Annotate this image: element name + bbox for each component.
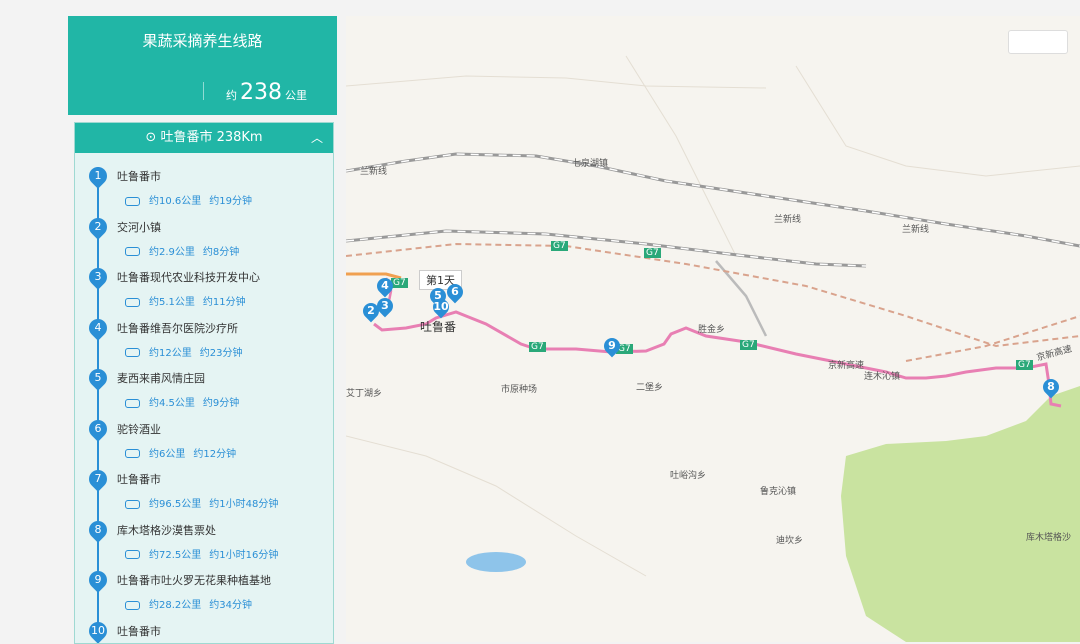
map-label: G7 xyxy=(391,278,408,288)
segment-info: 约5.1公里约11分钟 xyxy=(125,293,246,308)
route-header: 果蔬采摘养生线路 约238公里 xyxy=(68,16,337,115)
route-pin[interactable]: 10 xyxy=(430,296,453,319)
desert-area xyxy=(841,386,1080,642)
stop-list: ⊙ 吐鲁番市 238Km ︿ 1吐鲁番市约10.6公里约19分钟2交河小镇约2.… xyxy=(74,122,334,644)
route-pin[interactable]: 9 xyxy=(601,335,624,358)
car-icon xyxy=(125,247,140,256)
map-label: 七泉湖镇 xyxy=(572,156,608,169)
stop-number-marker: 4 xyxy=(85,315,110,340)
car-icon xyxy=(125,449,140,458)
segment-info: 约10.6公里约19分钟 xyxy=(125,192,252,207)
stop-name: 驼铃酒业 xyxy=(117,421,161,437)
stop-number-marker: 3 xyxy=(85,264,110,289)
stop-number-marker: 1 xyxy=(85,163,110,188)
stop-item[interactable]: 7吐鲁番市约96.5公里约1小时48分钟 xyxy=(75,470,333,520)
stop-item[interactable]: 6驼铃酒业约6公里约12分钟 xyxy=(75,420,333,470)
stop-name: 麦西来甫风情庄园 xyxy=(117,370,205,386)
stop-number-marker: 5 xyxy=(85,365,110,390)
map-label: 鲁克沁镇 xyxy=(760,484,796,497)
car-icon xyxy=(125,298,140,307)
chevron-up-icon[interactable]: ︿ xyxy=(311,123,323,153)
map-label: G7 xyxy=(529,342,546,352)
stop-name: 吐鲁番现代农业科技开发中心 xyxy=(117,269,260,285)
stop-number-marker: 2 xyxy=(85,214,110,239)
stop-item[interactable]: 3吐鲁番现代农业科技开发中心约5.1公里约11分钟 xyxy=(75,268,333,318)
stop-number-marker: 10 xyxy=(85,618,110,643)
map-label: G7 xyxy=(551,241,568,251)
map-label: 胜金乡 xyxy=(698,322,725,335)
car-icon xyxy=(125,601,140,610)
segment-info: 约4.5公里约9分钟 xyxy=(125,394,239,409)
route-pin[interactable]: 3 xyxy=(374,295,397,318)
stop-number-marker: 9 xyxy=(85,567,110,592)
map-label: 库木塔格沙 xyxy=(1026,530,1071,543)
stop-number-marker: 8 xyxy=(85,517,110,542)
stop-name: 吐鲁番维吾尔医院沙疗所 xyxy=(117,320,238,336)
route-map[interactable]: 兰新线 七泉湖镇 兰新线 兰新线 G7 G7 G7 G7 G7 G7 G7 吐鲁… xyxy=(346,16,1080,642)
car-icon xyxy=(125,550,140,559)
route-distance: 约238公里 xyxy=(226,80,307,105)
map-label: 艾丁湖乡 xyxy=(346,386,382,399)
car-icon xyxy=(125,348,140,357)
header-divider xyxy=(203,82,204,100)
route-pin[interactable]: 8 xyxy=(1040,376,1063,399)
map-label: G7 xyxy=(740,340,757,350)
route-pin[interactable]: 4 xyxy=(374,275,397,298)
stop-item[interactable]: 8库木塔格沙漠售票处约72.5公里约1小时16分钟 xyxy=(75,521,333,571)
map-label: 兰新线 xyxy=(774,212,801,225)
stop-item[interactable]: 10吐鲁番市 xyxy=(75,622,333,644)
map-label: 兰新线 xyxy=(360,164,387,177)
map-zoom-control[interactable] xyxy=(1008,30,1068,54)
stop-name: 吐鲁番市 xyxy=(117,168,161,184)
stop-name: 吐鲁番市 xyxy=(117,471,161,487)
segment-info: 约2.9公里约8分钟 xyxy=(125,243,239,258)
map-label: 市原种场 xyxy=(501,382,537,395)
stop-number-marker: 7 xyxy=(85,466,110,491)
car-icon xyxy=(125,500,140,509)
car-icon xyxy=(125,399,140,408)
lake xyxy=(466,552,526,572)
stop-name: 吐鲁番市 xyxy=(117,623,161,639)
map-label: 京新高速 xyxy=(828,358,864,371)
route-panel: 果蔬采摘养生线路 约238公里 ⊙ 吐鲁番市 238Km ︿ 1吐鲁番市约10.… xyxy=(68,16,337,642)
city-header[interactable]: ⊙ 吐鲁番市 238Km ︿ xyxy=(75,123,333,153)
car-icon xyxy=(125,197,140,206)
stop-item[interactable]: 4吐鲁番维吾尔医院沙疗所约12公里约23分钟 xyxy=(75,319,333,369)
map-label: 吐峪沟乡 xyxy=(670,468,706,481)
stop-item[interactable]: 5麦西来甫风情庄园约4.5公里约9分钟 xyxy=(75,369,333,419)
segment-info: 约6公里约12分钟 xyxy=(125,445,236,460)
segment-info: 约28.2公里约34分钟 xyxy=(125,596,252,611)
stop-number-marker: 6 xyxy=(85,416,110,441)
map-label: 二堡乡 xyxy=(636,380,663,393)
segment-info: 约96.5公里约1小时48分钟 xyxy=(125,495,278,510)
stop-item[interactable]: 2交河小镇约2.9公里约8分钟 xyxy=(75,218,333,268)
segment-info: 约12公里约23分钟 xyxy=(125,344,242,359)
map-label: G7 xyxy=(644,248,661,258)
stop-item[interactable]: 1吐鲁番市约10.6公里约19分钟 xyxy=(75,167,333,217)
map-label: 迪坎乡 xyxy=(776,533,803,546)
stop-item[interactable]: 9吐鲁番市吐火罗无花果种植基地约28.2公里约34分钟 xyxy=(75,571,333,621)
map-label: 兰新线 xyxy=(902,222,929,235)
map-label: 连木沁镇 xyxy=(864,369,900,382)
stop-name: 交河小镇 xyxy=(117,219,161,235)
stop-name: 吐鲁番市吐火罗无花果种植基地 xyxy=(117,572,271,588)
segment-info: 约72.5公里约1小时16分钟 xyxy=(125,546,278,561)
route-title: 果蔬采摘养生线路 xyxy=(68,30,337,51)
city-label: 吐鲁番 xyxy=(420,318,456,335)
stop-name: 库木塔格沙漠售票处 xyxy=(117,522,216,538)
map-label: G7 xyxy=(1016,360,1033,370)
location-pin-icon: ⊙ xyxy=(145,130,160,145)
